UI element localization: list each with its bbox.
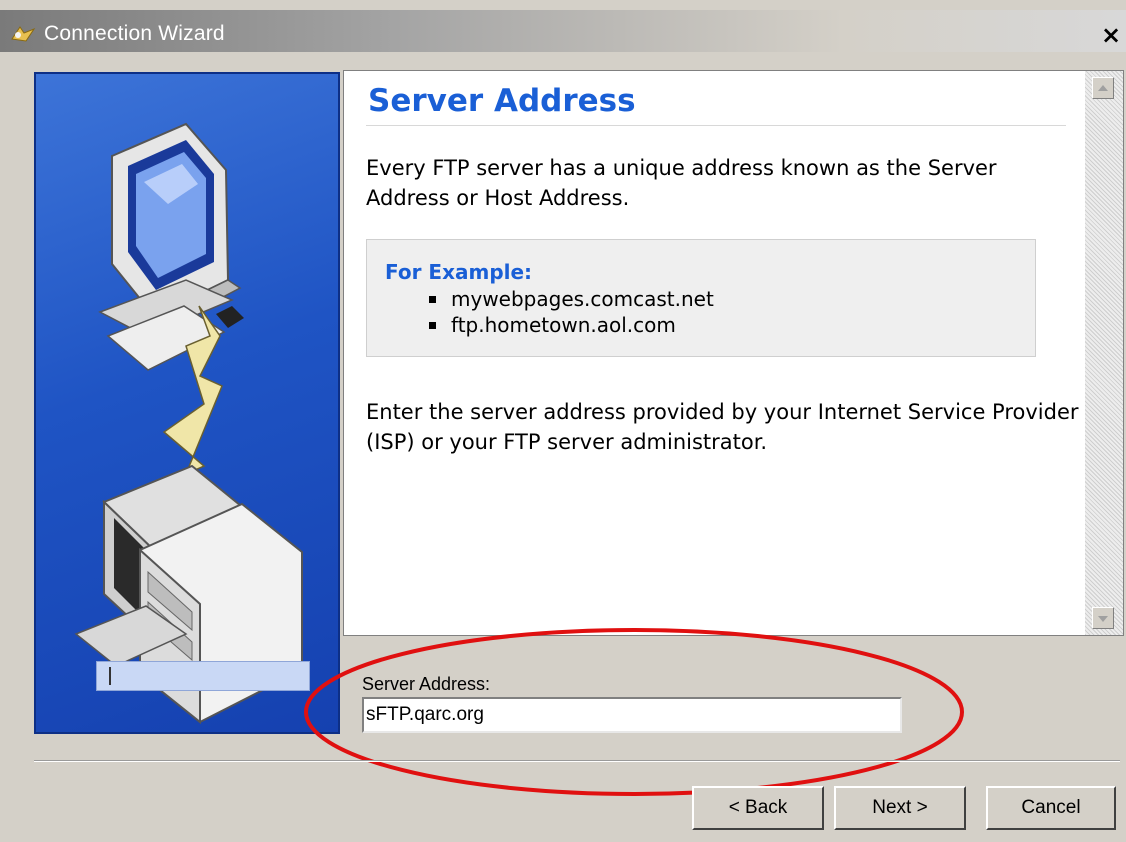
connection-wizard-window: Connection Wizard × Server Address Every… [0, 0, 1126, 842]
example-list: mywebpages.comcast.net ftp.hometown.aol.… [427, 286, 714, 338]
window-title: Connection Wizard [44, 22, 225, 45]
heading-divider [366, 125, 1066, 126]
illustration-address-box [96, 661, 310, 691]
example-item: mywebpages.comcast.net [427, 286, 714, 312]
text-cursor [109, 667, 111, 685]
server-address-input[interactable] [362, 697, 902, 733]
cancel-button[interactable]: Cancel [986, 786, 1116, 830]
content-scrollbar[interactable] [1085, 71, 1123, 635]
back-button[interactable]: < Back [692, 786, 824, 830]
next-button[interactable]: Next > [834, 786, 966, 830]
example-box: For Example: mywebpages.comcast.net ftp.… [366, 239, 1036, 357]
scroll-down-icon[interactable] [1092, 607, 1114, 629]
example-title: For Example: [385, 260, 533, 284]
wizard-illustration [34, 72, 340, 734]
footer-separator [34, 760, 1120, 762]
instruction-text: Enter the server address provided by you… [366, 400, 1079, 454]
wizard-content-panel: Server Address Every FTP server has a un… [343, 70, 1124, 636]
scroll-up-icon[interactable] [1092, 77, 1114, 99]
server-address-label: Server Address: [362, 674, 491, 694]
intro-text: Every FTP server has a unique address kn… [366, 156, 997, 210]
page-heading: Server Address [368, 83, 636, 119]
computers-illustration [74, 122, 303, 725]
close-icon[interactable]: × [1098, 22, 1124, 48]
wizard-icon [11, 26, 36, 42]
example-item: ftp.hometown.aol.com [427, 312, 714, 338]
title-bar: Connection Wizard × [0, 10, 1126, 52]
